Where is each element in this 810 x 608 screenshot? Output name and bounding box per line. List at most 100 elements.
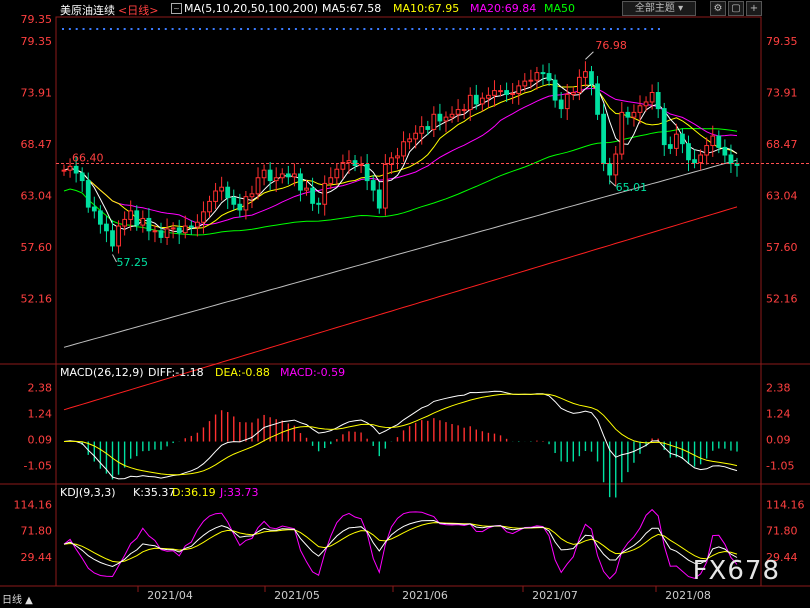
kdj-k-value: K:35.37 bbox=[133, 486, 175, 499]
macd-tick-left: 0.09 bbox=[28, 433, 53, 446]
candle-body bbox=[207, 200, 212, 213]
event-marker bbox=[185, 28, 188, 30]
theme-button[interactable]: 全部主题 ▾ bbox=[622, 1, 696, 16]
event-marker bbox=[144, 28, 147, 30]
candle-body bbox=[498, 90, 503, 93]
candle-body bbox=[607, 163, 613, 176]
candle-body bbox=[473, 94, 479, 105]
event-marker bbox=[425, 28, 428, 30]
event-marker bbox=[137, 28, 140, 30]
candle-body bbox=[661, 108, 667, 146]
event-marker bbox=[562, 28, 565, 30]
event-marker bbox=[103, 28, 106, 30]
candle-body bbox=[613, 153, 619, 176]
candle-body bbox=[728, 154, 734, 165]
candle-body bbox=[528, 79, 534, 82]
event-marker bbox=[363, 28, 366, 30]
candle-body bbox=[195, 221, 200, 228]
candle-body bbox=[431, 113, 437, 130]
candle-body bbox=[564, 93, 570, 110]
kdj-tick-right: 114.16 bbox=[766, 499, 805, 512]
candle-body bbox=[146, 217, 152, 232]
candle-body bbox=[704, 145, 710, 156]
candle-body bbox=[116, 225, 121, 247]
candle-body bbox=[673, 133, 679, 149]
candle-body bbox=[437, 113, 443, 122]
price-tick-right: 57.60 bbox=[766, 241, 798, 254]
kdj-k-line bbox=[63, 519, 738, 568]
candle-body bbox=[249, 193, 255, 198]
event-marker bbox=[411, 28, 414, 30]
event-marker bbox=[534, 28, 537, 30]
event-marker bbox=[151, 28, 154, 30]
event-marker bbox=[466, 28, 469, 30]
kdj-tick-left: 71.80 bbox=[21, 525, 53, 538]
candle-body bbox=[546, 73, 552, 81]
event-marker bbox=[623, 28, 626, 30]
candle-body bbox=[601, 113, 606, 165]
event-marker bbox=[657, 28, 660, 30]
event-marker bbox=[568, 28, 571, 30]
candle-body bbox=[201, 211, 206, 223]
event-marker bbox=[342, 28, 345, 30]
event-marker bbox=[192, 28, 195, 30]
event-marker bbox=[418, 28, 421, 30]
price-tick-right: 63.04 bbox=[766, 189, 798, 202]
settings-icon[interactable]: ⚙ bbox=[710, 1, 726, 16]
candle-body bbox=[213, 190, 218, 202]
event-marker bbox=[308, 28, 311, 30]
event-marker bbox=[575, 28, 578, 30]
event-marker bbox=[274, 28, 277, 30]
event-marker bbox=[377, 28, 380, 30]
window-icon[interactable]: ▢ bbox=[728, 1, 744, 16]
candle-body bbox=[110, 230, 115, 247]
event-marker bbox=[493, 28, 496, 30]
macd-tick-left: 1.24 bbox=[28, 407, 53, 420]
candle-body bbox=[334, 168, 340, 179]
candle-body bbox=[449, 113, 455, 118]
candle-body bbox=[698, 154, 704, 164]
candle-body bbox=[467, 94, 473, 111]
candle-body bbox=[625, 111, 631, 118]
candle-body bbox=[395, 155, 400, 159]
axes: 79.35 79.35 73.91 73.91 68.47 68.47 63.04 63.04… bbox=[14, 13, 805, 602]
period-indicator[interactable]: 日线 ▲ bbox=[2, 591, 33, 606]
candle-body bbox=[595, 83, 600, 115]
price-tick-left: 68.47 bbox=[21, 138, 53, 151]
candle-body bbox=[455, 109, 461, 115]
event-marker bbox=[260, 28, 263, 30]
candle-body bbox=[279, 173, 285, 179]
price-tick-right: 68.47 bbox=[766, 138, 798, 151]
event-marker bbox=[294, 28, 297, 30]
event-marker bbox=[473, 28, 475, 30]
event-marker bbox=[164, 28, 167, 30]
kdj-j-value: J:33.73 bbox=[219, 486, 258, 499]
event-marker bbox=[616, 28, 619, 30]
candle-body bbox=[255, 177, 261, 195]
candle-body bbox=[285, 173, 291, 178]
event-marker bbox=[322, 28, 325, 30]
macd-dea-value: DEA:-0.88 bbox=[215, 366, 270, 379]
candle-body bbox=[67, 165, 73, 171]
price-tick-left: 73.91 bbox=[21, 86, 53, 99]
event-marker bbox=[233, 28, 236, 30]
low-left-label: 57.25 bbox=[117, 256, 149, 269]
date-label: 2021/08 bbox=[665, 589, 711, 602]
candle-body bbox=[261, 169, 267, 179]
event-marker bbox=[62, 28, 64, 30]
candle-body bbox=[443, 116, 449, 122]
candle-body bbox=[510, 92, 516, 95]
event-marker bbox=[336, 28, 338, 30]
event-marker bbox=[520, 28, 523, 30]
candle-body bbox=[492, 90, 497, 96]
zoom-icon[interactable]: + bbox=[746, 1, 762, 16]
date-label: 2021/07 bbox=[532, 589, 578, 602]
candle-body bbox=[188, 225, 194, 228]
macd-tick-left: 2.38 bbox=[28, 381, 53, 394]
event-marker bbox=[610, 28, 612, 30]
ma10-value: MA10:67.95 bbox=[393, 2, 460, 15]
candle-body bbox=[552, 79, 558, 101]
price-tick-left: 63.04 bbox=[21, 189, 53, 202]
event-marker bbox=[288, 28, 291, 30]
event-marker bbox=[438, 28, 441, 30]
